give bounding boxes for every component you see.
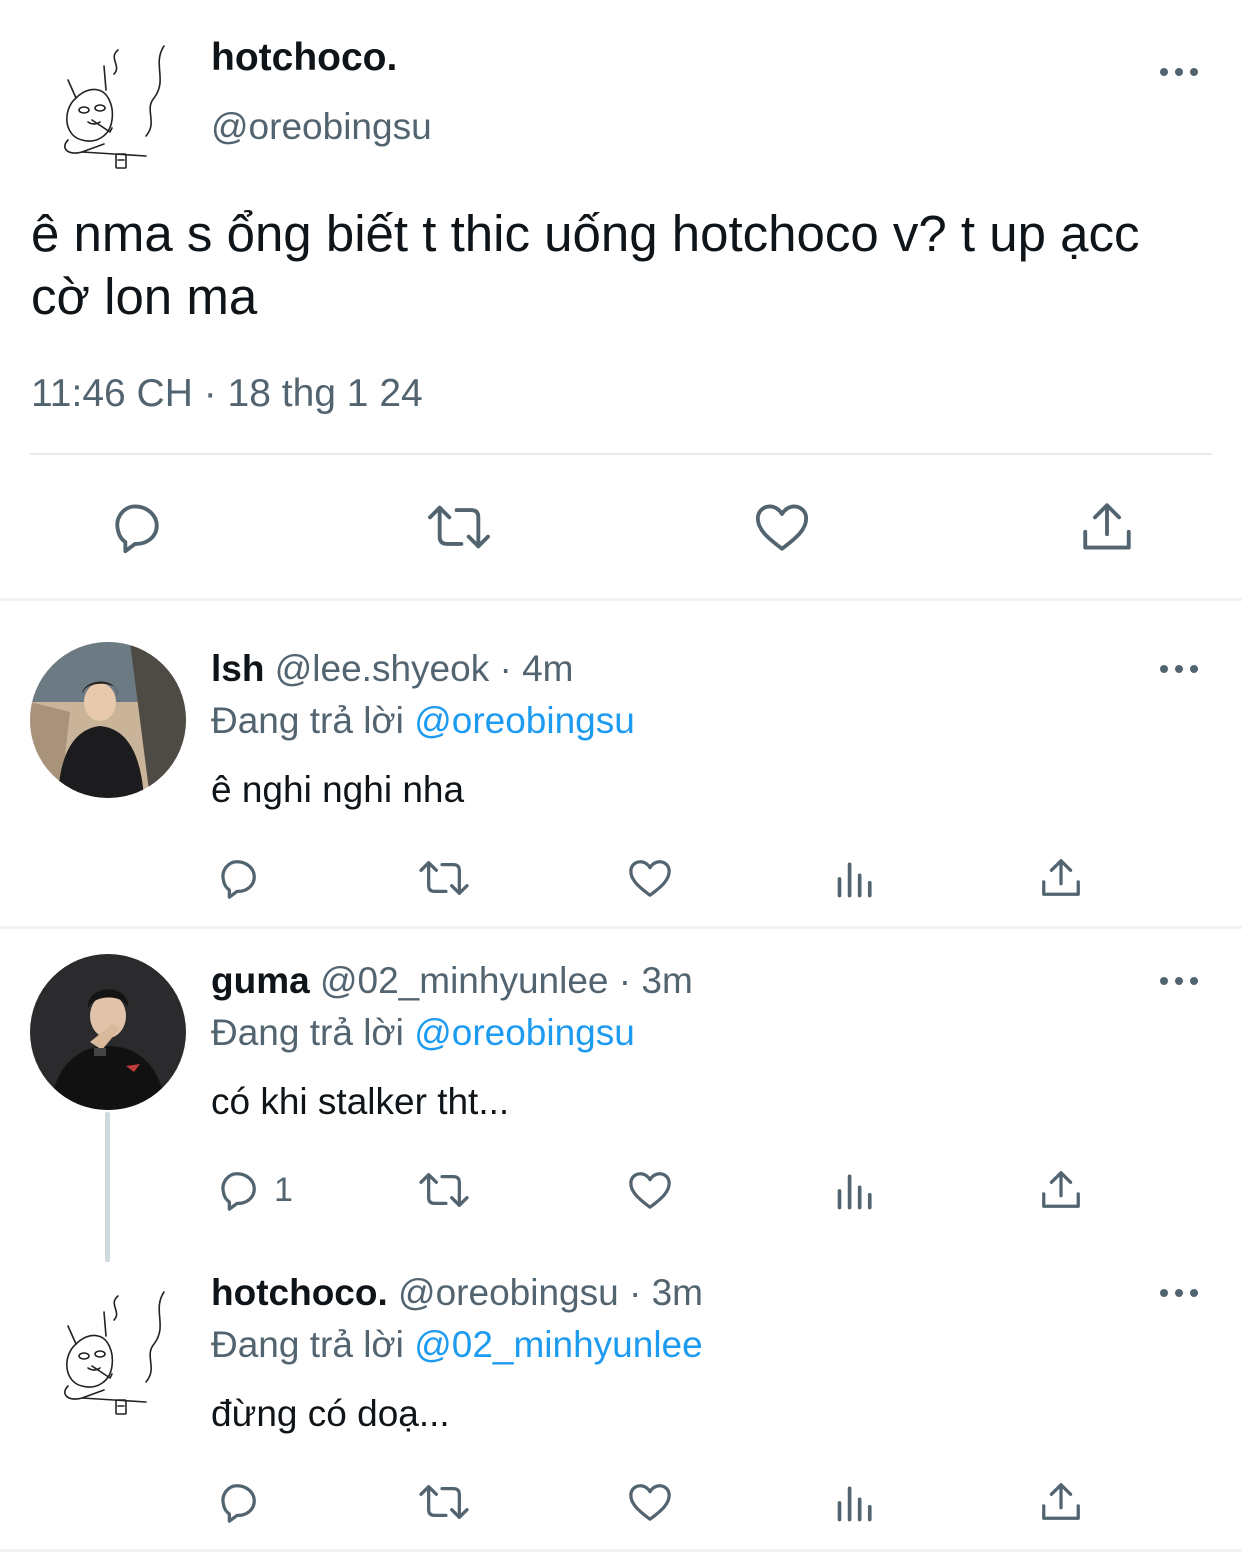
more-options-icon[interactable] (1160, 1285, 1200, 1301)
reply-author-name[interactable]: hotchoco. (211, 1272, 388, 1313)
like-icon[interactable] (626, 1479, 674, 1525)
reply-icon[interactable] (106, 498, 164, 556)
reply-text: đừng có doạ... (211, 1393, 450, 1434)
section-divider (0, 1549, 1242, 1552)
replying-to-label: Đang trả lời (211, 1324, 404, 1365)
replying-to-label: Đang trả lời (211, 1012, 404, 1053)
reply-header: hotchoco. @oreobingsu · 3m (211, 1272, 703, 1314)
share-icon[interactable] (1038, 1167, 1084, 1213)
retweet-icon[interactable] (424, 498, 494, 556)
retweet-icon[interactable] (416, 855, 472, 901)
reply-author-name[interactable]: lsh (211, 648, 264, 689)
more-options-icon[interactable] (1160, 973, 1200, 989)
reply-count: 1 (274, 1171, 293, 1209)
reply-text: ê nghi nghi nha (211, 769, 465, 810)
section-divider (0, 598, 1242, 601)
like-icon[interactable] (626, 1167, 674, 1213)
replying-to-label: Đang trả lời (211, 700, 404, 741)
reply-meta[interactable]: @lee.shyeok · 4m (275, 648, 574, 689)
analytics-icon[interactable] (834, 1481, 878, 1525)
reply-icon[interactable] (214, 1479, 260, 1525)
tweet-timestamp[interactable]: 11:46 CH · 18 thg 1 24 (31, 372, 423, 416)
replying-to-mention[interactable]: @oreobingsu (414, 700, 635, 741)
replying-to: Đang trả lời @02_minhyunlee (211, 1324, 703, 1366)
reply-header: lsh @lee.shyeok · 4m (211, 648, 573, 690)
author-name[interactable]: hotchoco. (211, 36, 397, 80)
avatar-guma[interactable] (30, 954, 186, 1110)
share-icon[interactable] (1038, 855, 1084, 901)
share-icon[interactable] (1038, 1479, 1084, 1525)
more-options-icon[interactable] (1160, 661, 1200, 677)
replying-to: Đang trả lời @oreobingsu (211, 700, 635, 742)
tweet-text: ê nma s ổng biết t thic uống hotchoco v?… (31, 205, 1140, 325)
replying-to-mention[interactable]: @02_minhyunlee (414, 1324, 703, 1365)
reply-icon[interactable] (214, 1167, 260, 1213)
author-handle[interactable]: @oreobingsu (211, 106, 432, 148)
reply-meta[interactable]: @oreobingsu · 3m (398, 1272, 703, 1313)
like-icon[interactable] (626, 855, 674, 901)
avatar-lsh[interactable] (30, 642, 186, 798)
thread-line (105, 1112, 110, 1262)
retweet-icon[interactable] (416, 1167, 472, 1213)
avatar-cat-drawing[interactable] (48, 40, 174, 172)
analytics-icon[interactable] (834, 1169, 878, 1213)
divider (30, 453, 1212, 455)
reply-meta[interactable]: @02_minhyunlee · 3m (320, 960, 693, 1001)
reply-text: có khi stalker tht... (211, 1081, 510, 1122)
replying-to: Đang trả lời @oreobingsu (211, 1012, 635, 1054)
retweet-icon[interactable] (416, 1479, 472, 1525)
analytics-icon[interactable] (834, 857, 878, 901)
share-icon[interactable] (1078, 498, 1136, 556)
reply-header: guma @02_minhyunlee · 3m (211, 960, 693, 1002)
avatar-cat-drawing[interactable] (48, 1286, 174, 1418)
reply-icon[interactable] (214, 855, 260, 901)
section-divider (0, 926, 1242, 929)
reply-author-name[interactable]: guma (211, 960, 310, 1001)
like-icon[interactable] (752, 498, 812, 556)
replying-to-mention[interactable]: @oreobingsu (414, 1012, 635, 1053)
more-options-icon[interactable] (1160, 64, 1200, 80)
